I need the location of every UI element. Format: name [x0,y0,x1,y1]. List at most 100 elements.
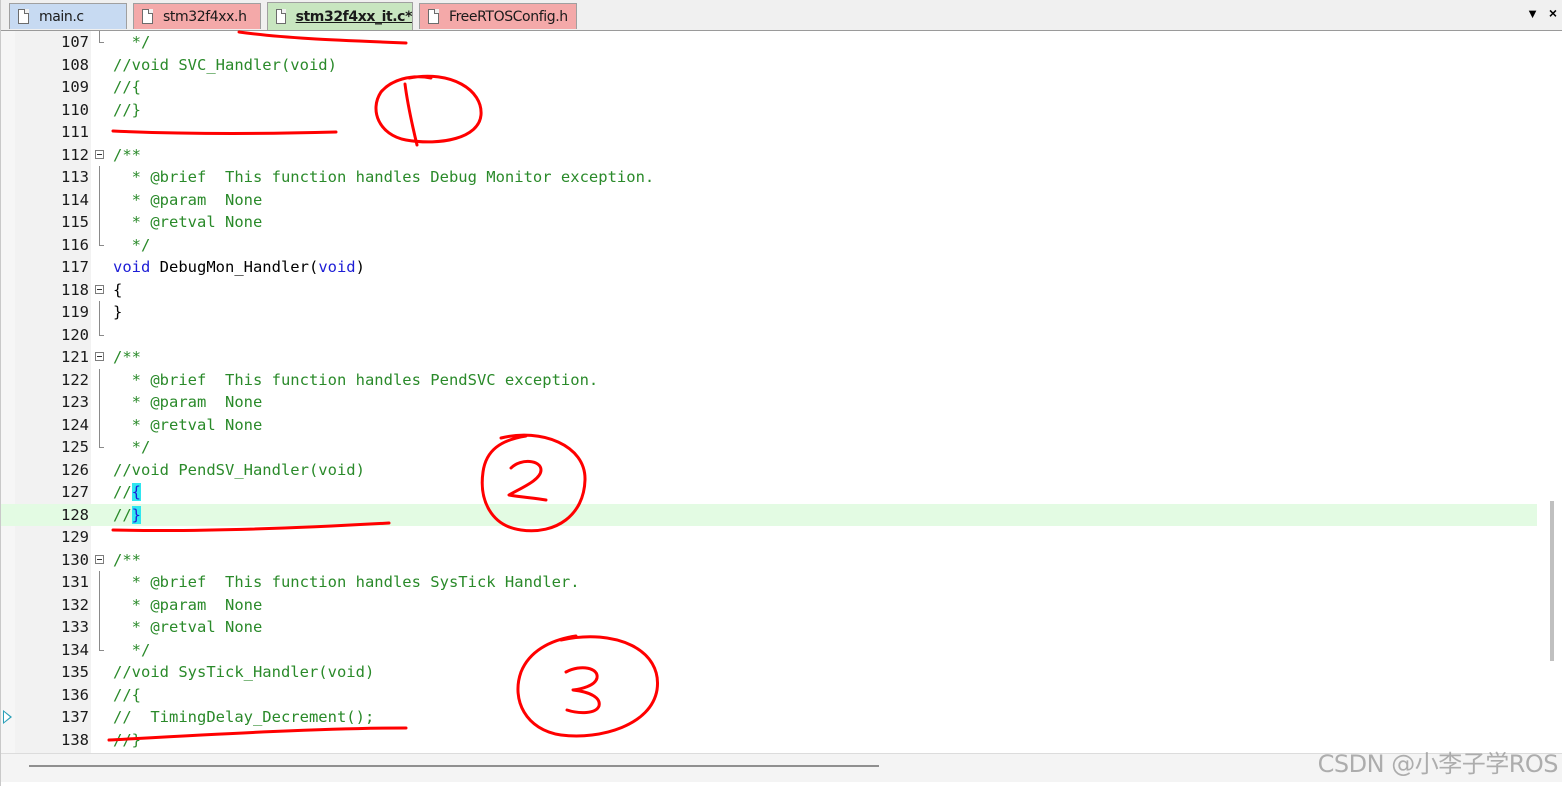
line-number: 110 [61,100,89,119]
line-number: 111 [61,123,89,141]
tab-file-2[interactable]: stm32f4xx_it.c* [267,2,413,30]
code-line[interactable]: 108 //void SVC_Handler(void) [1,54,1549,77]
code-line[interactable]: 126 //void PendSV_Handler(void) [1,459,1549,482]
code-line[interactable]: 131 * @brief This function handles SysTi… [1,571,1549,594]
code-line[interactable]: 119} [1,301,1549,324]
tab-file-1[interactable]: stm32f4xx.h [133,3,261,29]
line-number: 129 [61,528,89,546]
code-line[interactable]: 118 { [1,279,1549,302]
line-number: 122 [61,370,89,389]
line-number: 126 [61,460,89,479]
line-number: 138 [61,730,89,749]
code-token: //void SVC_Handler(void) [113,55,337,74]
line-number: 117 [61,258,89,276]
code-text: //void SysTick_Handler(void) [113,661,374,684]
code-text: { [113,279,122,302]
code-text: * @brief This function handles PendSVC e… [113,369,599,392]
line-number: 113 [61,168,89,186]
fold-guide [95,188,105,212]
code-line[interactable]: 133 * @retval None [1,616,1549,639]
code-token: * @brief This function handles SysTick H… [113,573,580,591]
code-token: void [113,258,151,276]
code-text: //} [113,99,141,122]
fold-guide [95,31,105,54]
fold-toggle-icon[interactable] [95,279,105,302]
code-text: * @param None [113,594,263,617]
fold-guide [95,571,105,594]
code-line[interactable]: 135 //void SysTick_Handler(void) [1,661,1549,684]
code-token: * @retval None [113,618,263,636]
code-line[interactable]: 112 /** [1,144,1549,167]
code-text: //} [113,504,142,527]
matched-brace: } [131,505,142,524]
code-token: ) [355,258,365,276]
code-line[interactable]: 121 /** [1,346,1549,369]
line-number: 108 [61,55,89,74]
code-line[interactable]: 114 * @param None [1,188,1549,212]
code-text: } [113,301,122,324]
fold-guide [95,211,105,234]
code-line[interactable]: 125 */ [1,436,1549,459]
code-line[interactable]: 136 //{ [1,684,1549,707]
chevron-down-icon[interactable]: ▼ [1526,6,1539,21]
code-text: // TimingDelay_Decrement(); [113,706,374,729]
vertical-scrollbar[interactable] [1549,31,1562,753]
code-token: //{ [113,78,141,96]
code-token: /** [113,145,141,164]
code-text: * @retval None [113,211,263,234]
file-tab-bar: ▼ × main.c stm32f4xx.h stm32f4xx_it.c* Free… [1,0,1562,31]
code-token: * @retval None [113,213,263,231]
tab-file-0[interactable]: main.c [9,3,127,29]
line-number: 123 [61,393,89,411]
code-text: //{ [113,481,142,504]
code-editor[interactable]: 107 */108//void SVC_Handler(void) 109//{1… [1,31,1549,753]
code-text: * @retval None [113,414,263,437]
fold-toggle-icon[interactable] [95,144,105,167]
code-text: * @brief This function handles SysTick H… [113,571,580,594]
line-number: 128 [61,505,89,524]
code-line[interactable]: 115 * @retval None [1,211,1549,234]
tab-label: FreeRTOSConfig.h [449,8,568,25]
code-line[interactable]: 111 [1,121,1549,144]
line-number: 109 [61,78,89,96]
code-token: //} [113,730,141,749]
line-number: 124 [61,415,89,434]
code-line[interactable]: 122 * @brief This function handles PendS… [1,368,1549,392]
code-line[interactable]: 107 */ [1,31,1549,54]
code-token: /** [113,348,141,366]
code-line[interactable]: 137 // TimingDelay_Decrement(); [1,706,1549,729]
code-token: // TimingDelay_Decrement(); [113,708,375,726]
code-text: /** [113,549,141,572]
tab-file-3[interactable]: FreeRTOSConfig.h [419,3,577,29]
fold-guide [95,436,105,459]
code-line[interactable]: 129 [1,526,1549,549]
vertical-scroll-thumb[interactable] [1550,501,1554,661]
code-line[interactable]: 116 */ [1,233,1549,257]
code-token: DebugMon_Handler( [150,258,319,276]
code-text: * @brief This function handles Debug Mon… [113,166,655,189]
code-line[interactable]: 110 //} [1,99,1549,122]
code-line[interactable]: 109 //{ [1,76,1549,99]
code-line[interactable]: 132 * @param None [1,593,1549,617]
code-line[interactable]: 130 /** [1,549,1549,572]
code-line[interactable]: 123 * @param None [1,391,1549,414]
fold-guide [95,233,105,257]
code-line[interactable]: 128 //} [1,503,1537,527]
close-icon[interactable]: × [1549,5,1557,21]
code-line[interactable]: 120 [1,323,1549,347]
code-line[interactable]: 113 * @brief This function handles Debug… [1,166,1549,189]
code-line[interactable]: 117 void DebugMon_Handler(void) [1,256,1549,279]
horizontal-scroll-thumb[interactable] [29,765,879,767]
code-text: */ [113,436,151,459]
fold-toggle-icon[interactable] [95,346,105,369]
line-number: 130 [61,550,89,569]
code-line[interactable]: 134 */ [1,638,1549,662]
code-line[interactable]: 127 //{ [1,481,1549,504]
line-number: 121 [61,348,89,366]
code-line[interactable]: 124 * @retval None [1,413,1549,437]
line-number: 118 [61,280,89,299]
line-number: 125 [61,438,89,456]
fold-toggle-icon[interactable] [95,549,105,572]
line-number: 127 [61,483,89,501]
line-number: 134 [61,640,89,659]
